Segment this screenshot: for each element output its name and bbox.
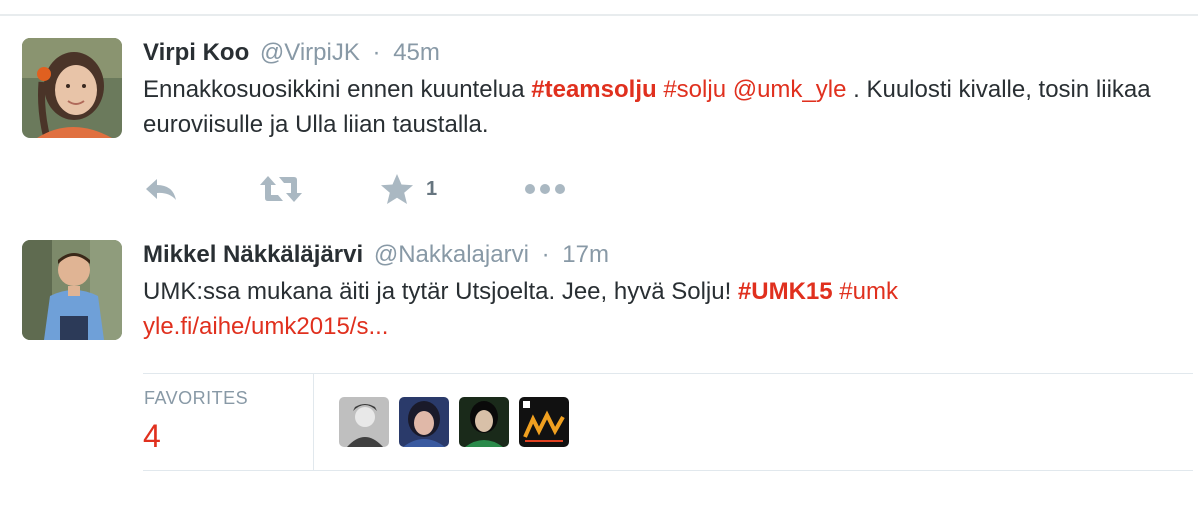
author-handle[interactable]: @VirpiJK <box>260 39 360 66</box>
author-handle[interactable]: @Nakkalajarvi <box>374 241 529 268</box>
tweet-text: Ennakkosuosikkini ennen kuuntelua #teams… <box>143 72 1183 142</box>
avatar-mikkel[interactable] <box>22 240 122 340</box>
more-dots-icon <box>525 184 565 194</box>
favoriter-avatar[interactable] <box>399 397 449 447</box>
tweet-link[interactable]: yle.fi/aihe/umk2015/s... <box>143 313 388 340</box>
favoriter-avatar-umk-logo[interactable] <box>519 397 569 447</box>
reply-button[interactable] <box>143 172 179 206</box>
tweet-header: Virpi Koo @VirpiJK · 45m <box>143 38 1183 68</box>
author-name[interactable]: Mikkel Näkkäläjärvi <box>143 241 363 268</box>
separator-dot: · <box>372 39 381 66</box>
favoriter-avatar-image <box>339 397 389 447</box>
tweet-timestamp[interactable]: 45m <box>393 39 440 66</box>
tweet-text-space <box>726 76 733 103</box>
more-button[interactable] <box>524 172 566 206</box>
tweet-timestamp[interactable]: 17m <box>562 241 609 268</box>
tweet-actions: 1 <box>143 172 663 206</box>
hashtag-teamsolju[interactable]: #teamsolju <box>531 76 656 103</box>
top-divider <box>0 14 1198 16</box>
tweet-stats: FAVORITES 4 <box>143 373 1193 471</box>
favorite-count: 1 <box>426 177 438 200</box>
umk-logo-image <box>519 397 569 447</box>
favoriters-list <box>339 397 579 447</box>
separator-dot: · <box>541 241 550 268</box>
author-name[interactable]: Virpi Koo <box>143 39 249 66</box>
tweet-text-part: Ennakkosuosikkini ennen kuuntelua <box>143 76 532 103</box>
mention-umk-yle[interactable]: @umk_yle <box>733 76 847 103</box>
hashtag-solju[interactable]: #solju <box>663 76 726 103</box>
avatar-virpi[interactable] <box>22 38 122 138</box>
star-icon <box>381 174 413 204</box>
hashtag-umk15[interactable]: #UMK15 <box>738 278 833 305</box>
favorites-label: FAVORITES <box>144 388 249 408</box>
avatar-mikkel-image <box>22 240 122 340</box>
tweet-body: Mikkel Näkkäläjärvi @Nakkalajarvi · 17m … <box>143 240 1183 344</box>
retweet-button[interactable] <box>259 172 303 206</box>
favoriter-avatar[interactable] <box>459 397 509 447</box>
favorites-stat[interactable]: FAVORITES 4 <box>143 374 314 470</box>
favoriter-avatar-image <box>399 397 449 447</box>
tweet-body: Virpi Koo @VirpiJK · 45m Ennakkosuosikki… <box>143 38 1183 142</box>
tweet-text: UMK:ssa mukana äiti ja tytär Utsjoelta. … <box>143 274 1183 344</box>
tweet-header: Mikkel Näkkäläjärvi @Nakkalajarvi · 17m <box>143 240 1183 270</box>
reply-icon <box>146 179 176 200</box>
tweet-text-part: UMK:ssa mukana äiti ja tytär Utsjoelta. … <box>143 278 738 305</box>
hashtag-umk[interactable]: #umk <box>839 278 898 305</box>
favoriter-avatar-image <box>459 397 509 447</box>
favoriter-avatar[interactable] <box>339 397 389 447</box>
favorite-button[interactable]: 1 <box>380 172 437 206</box>
retweet-icon <box>260 176 302 202</box>
avatar-virpi-image <box>22 38 122 138</box>
favorites-count: 4 <box>143 418 161 454</box>
